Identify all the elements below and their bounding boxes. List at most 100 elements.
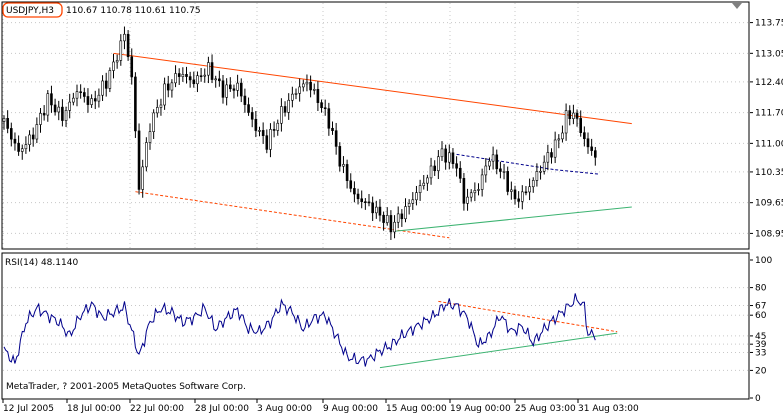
candle-body [480,174,484,190]
candle-body [469,192,473,198]
candle-body [57,106,61,113]
candle-body [557,138,561,141]
candle-body [407,203,411,207]
candle-body [46,93,50,116]
candle-body [17,142,20,152]
candle-body [462,178,466,204]
candle-body [342,164,345,167]
candle-body [393,221,396,233]
candle-body [415,192,418,201]
candle-body [473,190,477,194]
candle-body [374,206,378,214]
candle-body [291,93,294,101]
candle-body [455,163,458,169]
candle-body [294,92,298,95]
rsi-tick-label: 33 [755,348,766,358]
candle-body [572,112,575,119]
candle-body [148,131,152,143]
candle-body [418,185,422,193]
candle-body [272,129,276,131]
candle-body [364,201,367,203]
candle-body [181,74,185,77]
candle-body [72,97,75,103]
candle-body [214,78,217,81]
candle-body [258,130,261,132]
candle-body [524,191,528,194]
candle-body [316,89,320,103]
time-tick-label: 3 Aug 00:00 [257,404,312,413]
time-tick-label: 9 Aug 00:00 [323,404,378,413]
candle-body [239,82,243,97]
rsi-tick-label: 100 [755,256,772,266]
candle-body [389,215,393,233]
candle-body [345,164,349,182]
candle-body [309,81,312,91]
candle-body [86,96,90,105]
candle-body [356,193,360,200]
candle-body [510,189,513,192]
candle-body [301,83,305,88]
candle-body [31,134,35,140]
rsi-tick-label: 67 [755,302,766,312]
candle-body [236,82,239,91]
candle-body [229,84,232,90]
rsi-tick-label: 60 [755,311,767,321]
candle-body [447,152,451,163]
candle-body [451,152,455,164]
candle-body [159,104,163,108]
rsi-tick-label: 20 [755,366,767,376]
candle-body [196,75,199,85]
candle-body [53,104,57,113]
candle-body [396,213,400,223]
time-tick-label: 12 Jul 2005 [3,404,54,413]
rsi-label: RSI(14) 48.1140 [5,258,78,268]
candle-body [112,61,115,71]
candle-body [287,99,291,113]
candle-body [334,130,338,147]
rsi-panel[interactable] [1,252,750,400]
candle-body [542,161,546,172]
candle-body [210,62,214,80]
candle-body [232,88,236,91]
candle-body [491,154,495,162]
candle-body [404,206,407,220]
time-tick-label: 25 Aug 03:00 [515,404,576,413]
time-tick-label: 18 Jul 00:00 [67,404,121,413]
candle-body [539,170,542,173]
candle-body [13,138,17,144]
candle-body [61,106,64,121]
rsi-tick-label: 80 [755,284,767,294]
price-tick-label: 113.05 [755,49,783,59]
candle-body [312,89,316,91]
copyright-text: MetaTrader, ? 2001-2005 MetaQuotes Softw… [6,382,246,392]
candle-body [513,189,517,200]
candle-body [440,148,444,158]
candle-body [583,132,586,140]
candle-body [429,165,433,179]
candle-body [247,104,250,113]
candle-body [586,138,590,148]
candle-body [134,76,137,132]
candle-body [141,166,144,190]
candle-body [506,171,510,192]
candle-body [323,107,327,110]
price-tick-label: 112.40 [755,78,783,88]
candle-body [385,215,389,223]
candle-body [546,152,550,163]
candle-body [90,98,93,105]
candle-body [426,177,429,184]
candle-body [174,73,177,84]
candle-body [243,95,247,105]
candle-body [484,165,488,176]
price-tick-label: 110.35 [755,168,783,178]
candle-body [42,113,46,116]
candle-body [24,144,28,150]
candle-body [382,214,385,223]
candle-body [6,118,9,129]
candle-body [466,196,469,204]
candle-body [433,165,437,171]
candle-body [499,168,502,172]
candle-body [123,33,126,42]
candle-body [444,148,447,163]
candle-body [207,62,210,76]
